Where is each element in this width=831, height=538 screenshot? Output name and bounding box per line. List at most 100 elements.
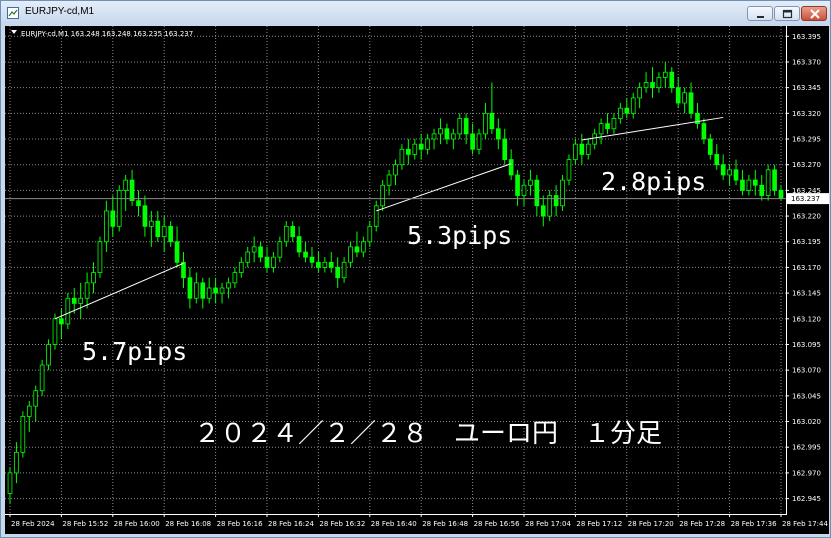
candle [470, 123, 475, 155]
price-tick-label: 163.395 [792, 33, 821, 41]
candle-body [386, 174, 392, 186]
candle [528, 169, 533, 196]
candle-body [20, 415, 26, 453]
candle [733, 159, 739, 186]
candle-body [78, 297, 84, 304]
candle [444, 123, 450, 145]
candle-body [521, 184, 527, 196]
annotation-5-7pips: 5.7pips [82, 337, 187, 366]
candle-body [418, 143, 424, 150]
candle-body [380, 184, 385, 207]
candle [746, 174, 752, 196]
candle-body [643, 82, 649, 89]
time-tick-label: 28 Feb 16:16 [217, 520, 263, 528]
close-button[interactable] [801, 6, 827, 21]
time-tick-label: 28 Feb 16:40 [371, 520, 417, 528]
candle-body [450, 133, 456, 140]
candle-body [495, 128, 501, 140]
candle-body [727, 169, 732, 176]
candle [181, 252, 186, 288]
candle [431, 128, 437, 150]
candle [457, 113, 463, 140]
candle-body [104, 210, 109, 243]
candle-body [444, 128, 450, 140]
candle [174, 226, 180, 268]
price-tick-label: 163.220 [792, 213, 821, 221]
candle-body [238, 261, 244, 273]
candle [579, 133, 585, 165]
candle-body [322, 261, 328, 268]
candle [566, 154, 572, 186]
candle-body [46, 344, 51, 366]
candle [547, 190, 553, 222]
candle-body [656, 76, 662, 89]
candle [232, 267, 238, 288]
candle-body [181, 261, 186, 279]
annotation-date-title: ２０２４／２／２８ ユーロ円 １分足 [194, 419, 662, 449]
title-bar[interactable]: EURJPY-cd,M1 [1, 1, 830, 25]
candle [328, 252, 334, 273]
price-tick-label: 163.095 [792, 341, 821, 349]
candle-body [682, 92, 687, 104]
time-tick-label: 28 Feb 16:00 [114, 520, 160, 528]
candle-body [611, 118, 617, 130]
price-chart[interactable]: 162.945 162.970 162.995 163.020 163.045 163.0… [5, 26, 829, 534]
annotation-5-3pips: 5.3pips [407, 221, 512, 250]
annotation-2-8pips: 2.8pips [601, 167, 706, 196]
candle-body [393, 164, 398, 176]
candle-body [457, 118, 463, 135]
candle-body [765, 169, 771, 196]
candle [669, 67, 675, 93]
candle [20, 411, 26, 458]
price-tick-label: 163.370 [792, 58, 821, 66]
candle-body [714, 154, 720, 166]
candle [611, 113, 617, 134]
candle [553, 185, 559, 217]
minimize-icon [757, 16, 764, 18]
candle [495, 118, 501, 150]
price-tick-label: 163.070 [792, 367, 821, 375]
candle [290, 221, 296, 242]
candle [624, 97, 630, 119]
trend-lines [54, 116, 724, 320]
candle [200, 277, 206, 309]
candle [508, 149, 514, 181]
candle-body [688, 92, 694, 114]
maximize-button[interactable] [774, 6, 800, 21]
candle [129, 169, 135, 206]
candle-body [560, 179, 565, 207]
candle-body [508, 159, 514, 176]
candle-body [650, 82, 655, 89]
candle-body [110, 210, 116, 227]
candle-body [438, 128, 443, 135]
chart-header: EURJPY-cd,M1 163.248 163.248 163.235 163… [11, 30, 193, 38]
price-tick-label: 163.145 [792, 290, 821, 298]
candle [663, 61, 668, 88]
candle-body [136, 200, 141, 207]
candle-body [406, 148, 411, 155]
minimize-button[interactable] [747, 6, 773, 21]
candle-body [26, 405, 32, 417]
candle-body [258, 246, 263, 258]
candle-body [232, 272, 238, 284]
candle [316, 252, 321, 273]
candle [46, 339, 51, 371]
time-tick-label: 28 Feb 16:32 [319, 520, 365, 528]
candle-body [52, 318, 58, 345]
candle [78, 282, 84, 319]
time-tick-label: 28 Feb 17:28 [679, 520, 725, 528]
candle-body [335, 267, 341, 279]
candle [727, 164, 732, 186]
candle [104, 200, 109, 253]
candle [714, 144, 720, 170]
candle-body [720, 164, 726, 176]
candle [136, 190, 141, 217]
candle-body [213, 287, 218, 294]
candle [155, 210, 161, 242]
price-tick-label: 162.970 [792, 469, 821, 477]
price-tick-label: 163.120 [792, 315, 821, 323]
candle [573, 139, 578, 165]
candle [399, 144, 405, 170]
chart-header-text: EURJPY-cd,M1 163.248 163.248 163.235 163… [21, 30, 193, 38]
candle [219, 282, 225, 304]
